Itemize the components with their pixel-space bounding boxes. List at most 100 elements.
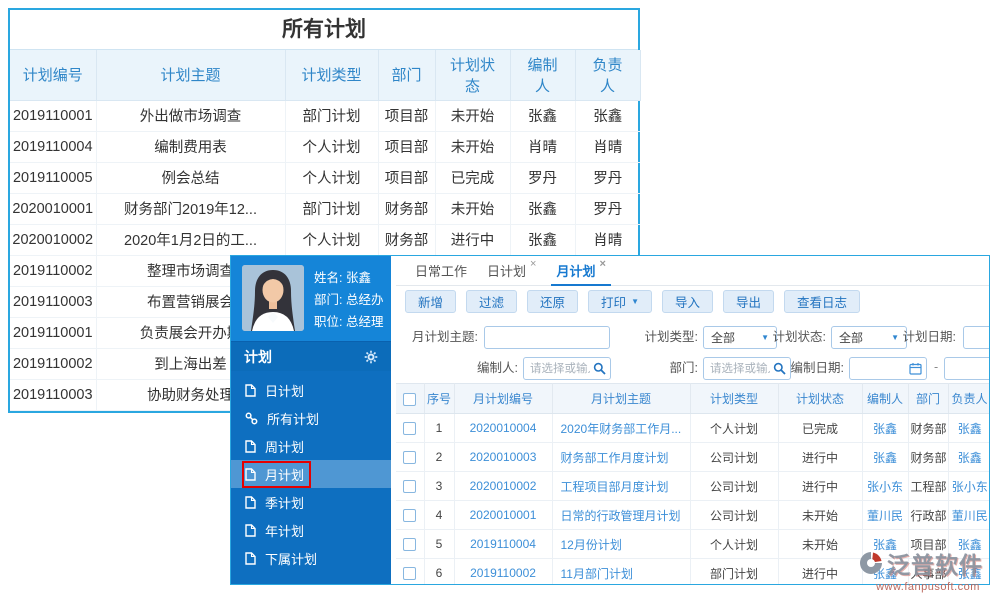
row-checkbox[interactable] — [403, 538, 416, 551]
table-row[interactable]: 2020010002 2020年1月2日的工... 个人计划 财务部 进行中 张… — [10, 224, 640, 255]
sidebar-item[interactable]: 年计划 — [231, 516, 391, 544]
gear-icon[interactable] — [364, 350, 378, 364]
subject-filter-input[interactable] — [485, 327, 609, 348]
user-info-card: 姓名: 张鑫 部门: 总经办 职位: 总经理 — [231, 256, 391, 341]
toolbar-button[interactable]: 过滤 ▼ — [466, 290, 517, 313]
plan-subject-link[interactable]: 工程项目部月度计划 — [552, 472, 690, 501]
sidebar-item[interactable]: 下属计划 — [231, 544, 391, 572]
file-icon — [245, 440, 256, 453]
tab-close-icon[interactable]: × — [599, 258, 605, 270]
plan-date-filter-label: 计划日期: — [896, 326, 956, 348]
sidebar-item[interactable]: 日计划 — [231, 376, 391, 404]
plan-status-cell: 进行中 — [435, 224, 510, 255]
plan-type-cell: 公司计划 — [690, 501, 778, 530]
toolbar-button[interactable]: 新增 ▼ — [405, 290, 456, 313]
toolbar-button[interactable]: 导出 ▼ — [723, 290, 774, 313]
user-field: 职位: 总经理 — [314, 311, 383, 330]
owner-link[interactable]: 张小东 — [948, 472, 989, 501]
row-checkbox-cell — [396, 530, 424, 559]
plan-subject-link[interactable]: 12月份计划 — [552, 530, 690, 559]
serial-cell: 2 — [424, 443, 454, 472]
sidebar-item[interactable]: 季计划 — [231, 488, 391, 516]
serial-cell: 5 — [424, 530, 454, 559]
toolbar-button[interactable]: 导入 ▼ — [662, 290, 713, 313]
table-row[interactable]: 2020010001 财务部门2019年12... 部门计划 财务部 未开始 张… — [10, 193, 640, 224]
column-header: 计划类型 — [285, 50, 378, 100]
row-checkbox[interactable] — [403, 480, 416, 493]
column-header: 计划状态 — [435, 50, 510, 100]
compiler-link[interactable]: 张小东 — [862, 472, 908, 501]
department-cell: 财务部 — [378, 224, 435, 255]
sidebar-item-inner: 月计划 — [244, 463, 309, 486]
row-checkbox[interactable] — [403, 451, 416, 464]
user-fields: 姓名: 张鑫 部门: 总经办 职位: 总经理 — [314, 265, 383, 332]
toolbar-button[interactable]: 还原 ▼ — [527, 290, 578, 313]
file-icon — [245, 524, 256, 537]
plan-code-link[interactable]: 2020010001 — [454, 501, 552, 530]
plan-subject-cell: 编制费用表 — [96, 131, 285, 162]
plan-code-link[interactable]: 2020010002 — [454, 472, 552, 501]
department-cell: 财务部 — [908, 414, 948, 443]
plan-status-cell: 未开始 — [435, 100, 510, 131]
tab[interactable]: 日常工作 × — [410, 256, 472, 286]
plan-subject-link[interactable]: 11月部门计划 — [552, 559, 690, 585]
table-row[interactable]: 3 2020010002 工程项目部月度计划 公司计划 进行中 张小东 工程部 … — [396, 472, 989, 501]
vendor-logo-icon — [858, 550, 884, 576]
toolbar-button-label: 导入 — [675, 292, 700, 311]
owner-link[interactable]: 张鑫 — [948, 414, 989, 443]
toolbar-button[interactable]: 查看日志 ▼ — [784, 290, 860, 313]
plan-code-cell: 2019110001 — [10, 317, 96, 348]
plan-subject-link[interactable]: 财务部工作月度计划 — [552, 443, 690, 472]
avatar — [242, 265, 304, 331]
plan-code-link[interactable]: 2019110004 — [454, 530, 552, 559]
compiler-link[interactable]: 张鑫 — [862, 414, 908, 443]
row-checkbox[interactable] — [403, 567, 416, 580]
plan-subject-cell: 2020年1月2日的工... — [96, 224, 285, 255]
column-header: 部门 — [908, 384, 948, 414]
tab[interactable]: 日计划 × — [482, 256, 541, 286]
date-range-separator: - — [934, 360, 938, 374]
toolbar: 新增 ▼ 过滤 ▼ 还原 ▼ 打印 ▼ — [396, 286, 989, 317]
plan-code-link[interactable]: 2020010003 — [454, 443, 552, 472]
toolbar-button[interactable]: 打印 ▼ — [588, 290, 652, 313]
plan-code-link[interactable]: 2020010004 — [454, 414, 552, 443]
compiler-link[interactable]: 张鑫 — [862, 443, 908, 472]
sidebar-item[interactable]: 周计划 — [231, 432, 391, 460]
table-row[interactable]: 2019110005 例会总结 个人计划 项目部 已完成 罗丹 罗丹 — [10, 162, 640, 193]
monthly-plan-panel: 姓名: 张鑫 部门: 总经办 职位: 总经理 计划 — [230, 255, 990, 585]
row-checkbox-cell — [396, 501, 424, 530]
compiler-cell: 张鑫 — [510, 100, 575, 131]
table-row[interactable]: 2 2020010003 财务部工作月度计划 公司计划 进行中 张鑫 财务部 张… — [396, 443, 989, 472]
table-header-row: 计划编号 计划主题 计划类型 部门 计划状态 编制人 负责人 — [10, 50, 640, 100]
plan-type-cell: 个人计划 — [690, 414, 778, 443]
sidebar-item[interactable]: 所有计划 — [231, 404, 391, 432]
sidebar-item[interactable]: 月计划 — [231, 460, 391, 488]
select-all-checkbox[interactable] — [403, 393, 416, 406]
column-header: 负责人 — [948, 384, 989, 414]
compile-date-to-input[interactable] — [945, 358, 989, 379]
plan-subject-link[interactable]: 日常的行政管理月计划 — [552, 501, 690, 530]
compile-date-to-wrap — [944, 357, 989, 380]
toolbar-button-label: 过滤 — [479, 292, 504, 311]
calendar-icon[interactable] — [909, 362, 922, 378]
tab-close-icon[interactable]: × — [530, 258, 536, 270]
row-checkbox[interactable] — [403, 509, 416, 522]
compiler-link[interactable]: 董川民 — [862, 501, 908, 530]
compiler-cell: 张鑫 — [510, 193, 575, 224]
owner-link[interactable]: 董川民 — [948, 501, 989, 530]
search-icon[interactable] — [593, 362, 606, 378]
department-cell: 工程部 — [908, 472, 948, 501]
plan-subject-link[interactable]: 2020年财务部工作月... — [552, 414, 690, 443]
plan-date-filter-input[interactable] — [964, 327, 989, 348]
table-row[interactable]: 1 2020010004 2020年财务部工作月... 个人计划 已完成 张鑫 … — [396, 414, 989, 443]
table-row[interactable]: 2019110001 外出做市场调查 部门计划 项目部 未开始 张鑫 张鑫 — [10, 100, 640, 131]
row-checkbox[interactable] — [403, 422, 416, 435]
plan-status-cell: 未开始 — [435, 193, 510, 224]
table-row[interactable]: 2019110004 编制费用表 个人计划 项目部 未开始 肖晴 肖晴 — [10, 131, 640, 162]
table-row[interactable]: 4 2020010001 日常的行政管理月计划 公司计划 未开始 董川民 行政部… — [396, 501, 989, 530]
sidebar-section-header: 计划 — [231, 341, 391, 371]
plan-code-link[interactable]: 2019110002 — [454, 559, 552, 585]
sidebar-item-label: 周计划 — [265, 437, 304, 456]
tab[interactable]: 月计划 × — [551, 256, 610, 286]
owner-link[interactable]: 张鑫 — [948, 443, 989, 472]
